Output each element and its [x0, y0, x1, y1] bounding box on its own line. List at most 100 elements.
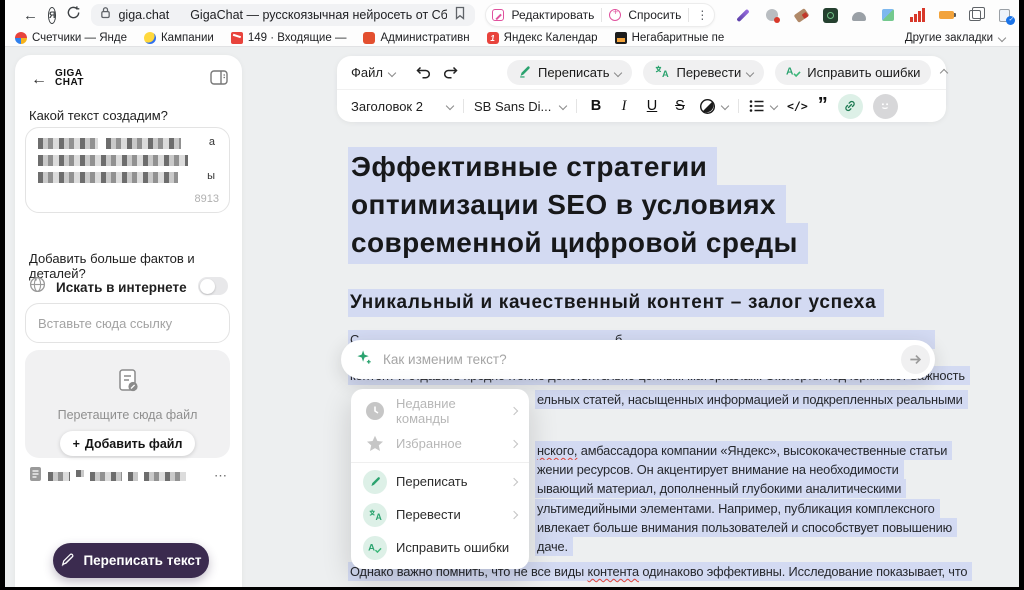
pen-icon [60, 552, 75, 570]
chart-extension-icon[interactable] [909, 8, 925, 22]
pen-extension-icon[interactable] [735, 7, 751, 23]
cube-extension-icon[interactable] [880, 7, 896, 23]
menu-item-favorites[interactable]: Избранное [351, 427, 529, 460]
menu-item-translate[interactable]: A Перевести [351, 498, 529, 531]
add-file-button[interactable]: + Добавить файл [60, 431, 196, 456]
bookmark-oversize[interactable]: Негабаритные пе [615, 32, 725, 44]
blurred-text [38, 155, 188, 166]
prompt-input[interactable] [383, 352, 891, 367]
chevron-right-icon [510, 439, 518, 447]
prompt-textarea[interactable]: а ы 8913 [25, 127, 230, 213]
editor-toolbar: Файл Переписать A Перевести A Исправить … [337, 56, 946, 122]
chevron-down-icon [770, 102, 778, 110]
list-button[interactable] [749, 99, 777, 113]
menu-item-recent[interactable]: Недавние команды [351, 394, 529, 427]
dropzone-label: Перетащите сюда файл [25, 408, 230, 422]
code-button[interactable]: </> [787, 99, 808, 113]
doc-h2-line: Уникальный и качественный контент – зало… [348, 292, 884, 314]
blurred-filename [144, 472, 186, 481]
more-menu-icon[interactable]: ⋮ [696, 8, 708, 22]
chevron-down-icon [746, 68, 754, 76]
shield-extension-icon[interactable] [764, 7, 780, 23]
sync-extension-icon[interactable] [996, 7, 1012, 23]
bookmark-calendar[interactable]: 1Яндекс Календар [487, 32, 598, 44]
panel-toggle-icon[interactable] [210, 70, 228, 90]
address-bar[interactable]: giga.chat GigaChat — русскоязычная нейро… [91, 4, 475, 26]
file-more-icon[interactable]: ⋯ [214, 468, 228, 484]
yandex-browser-icon[interactable]: Я [48, 7, 56, 24]
edit-button[interactable]: Редактировать [511, 8, 594, 22]
font-select[interactable]: SB Sans Di... [474, 99, 566, 114]
reload-icon[interactable] [66, 5, 81, 25]
edit-icon [492, 9, 504, 21]
ai-prompt-bar [341, 340, 935, 379]
pen-icon [363, 470, 387, 494]
bookmark-metrika[interactable]: Счетчики — Янде [15, 32, 127, 44]
quote-button[interactable]: ” [818, 100, 828, 112]
toolbar-row-1: Файл Переписать A Перевести A Исправить … [337, 56, 946, 89]
browser-window: ← Я giga.chat GigaChat — русскоязычная н… [5, 0, 1019, 587]
draft-fragment: а [209, 136, 215, 148]
chevron-down-icon [614, 68, 622, 76]
web-search-toggle[interactable] [198, 277, 228, 295]
file-doc-icon [25, 350, 230, 402]
back-icon[interactable]: ← [31, 71, 47, 89]
battery-extension-icon[interactable] [938, 7, 954, 23]
browser-ai-buttons: Редактировать Спросить ⋮ [485, 3, 715, 27]
strikethrough-button[interactable]: S [671, 98, 689, 114]
bold-button[interactable]: B [587, 98, 605, 114]
italic-button[interactable]: I [615, 98, 633, 115]
blurred-text [106, 138, 181, 149]
back-icon[interactable]: ← [23, 8, 38, 23]
send-button[interactable] [901, 345, 930, 374]
rewrite-text-button[interactable]: Переписать текст [53, 543, 209, 578]
page-title: GigaChat — русскоязычная нейросеть от Сб… [190, 8, 447, 22]
bookmark-admin[interactable]: Административн [363, 32, 469, 44]
bookmark-inbox[interactable]: 149 · Входящие — [231, 32, 347, 44]
doc-h1-line: оптимизации SEO в условиях [348, 191, 786, 219]
sidebar: ← GIGACHAT Какой текст создадим? а ы 891… [15, 55, 242, 587]
doc-line: ывающий материал, дополненный глубокими … [535, 481, 906, 496]
ask-button[interactable]: Спросить [628, 8, 681, 22]
other-bookmarks[interactable]: Другие закладки [905, 32, 1005, 44]
chevron-right-icon [510, 477, 518, 485]
bookmark-icon[interactable] [454, 6, 466, 25]
menu-item-fix-errors[interactable]: A Исправить ошибки [351, 531, 529, 564]
menu-item-rewrite[interactable]: Переписать [351, 465, 529, 498]
tabs-extension-icon[interactable] [967, 7, 983, 23]
paragraph-style-select[interactable]: Заголовок 2 [351, 99, 453, 114]
bookmark-campaigns[interactable]: Кампании [144, 32, 214, 44]
fix-errors-button[interactable]: A Исправить ошибки [775, 60, 931, 85]
attached-file-row[interactable]: ⋯ [29, 467, 228, 485]
emoji-button[interactable] [873, 94, 898, 119]
oversize-favicon [615, 32, 627, 44]
redo-button[interactable] [442, 65, 459, 80]
campaigns-favicon [144, 32, 156, 44]
spellcheck-icon: A [786, 64, 801, 81]
doc-line: ультимедийными элементами. Например, пуб… [535, 501, 940, 516]
menu-divider [351, 462, 529, 463]
chevron-down-icon [998, 34, 1006, 42]
toolbar-row-2: Заголовок 2 SB Sans Di... B I U S </> ” [337, 89, 946, 122]
translate-button[interactable]: A Перевести [643, 60, 764, 85]
gray-extension-icon[interactable] [851, 7, 867, 23]
undo-button[interactable] [415, 65, 432, 80]
blurred-text [38, 172, 178, 183]
rewrite-button[interactable]: Переписать [507, 60, 633, 85]
pencil-extension-icon[interactable] [793, 7, 809, 23]
text-color-button[interactable] [699, 98, 728, 115]
svg-text:A: A [375, 512, 382, 522]
doc-line: даче. [535, 539, 573, 554]
file-menu[interactable]: Файл [351, 65, 395, 80]
camera-extension-icon[interactable] [822, 7, 838, 23]
admin-favicon [363, 32, 375, 44]
collapse-toolbar-icon[interactable] [940, 68, 948, 76]
link-input[interactable] [25, 303, 230, 343]
file-dropzone[interactable]: Перетащите сюда файл + Добавить файл [25, 350, 230, 458]
globe-icon [29, 276, 46, 298]
underline-button[interactable]: U [643, 98, 661, 114]
plus-icon: + [73, 437, 80, 451]
mail-favicon [231, 32, 243, 44]
link-button[interactable] [838, 94, 863, 119]
blurred-filename [76, 470, 84, 477]
